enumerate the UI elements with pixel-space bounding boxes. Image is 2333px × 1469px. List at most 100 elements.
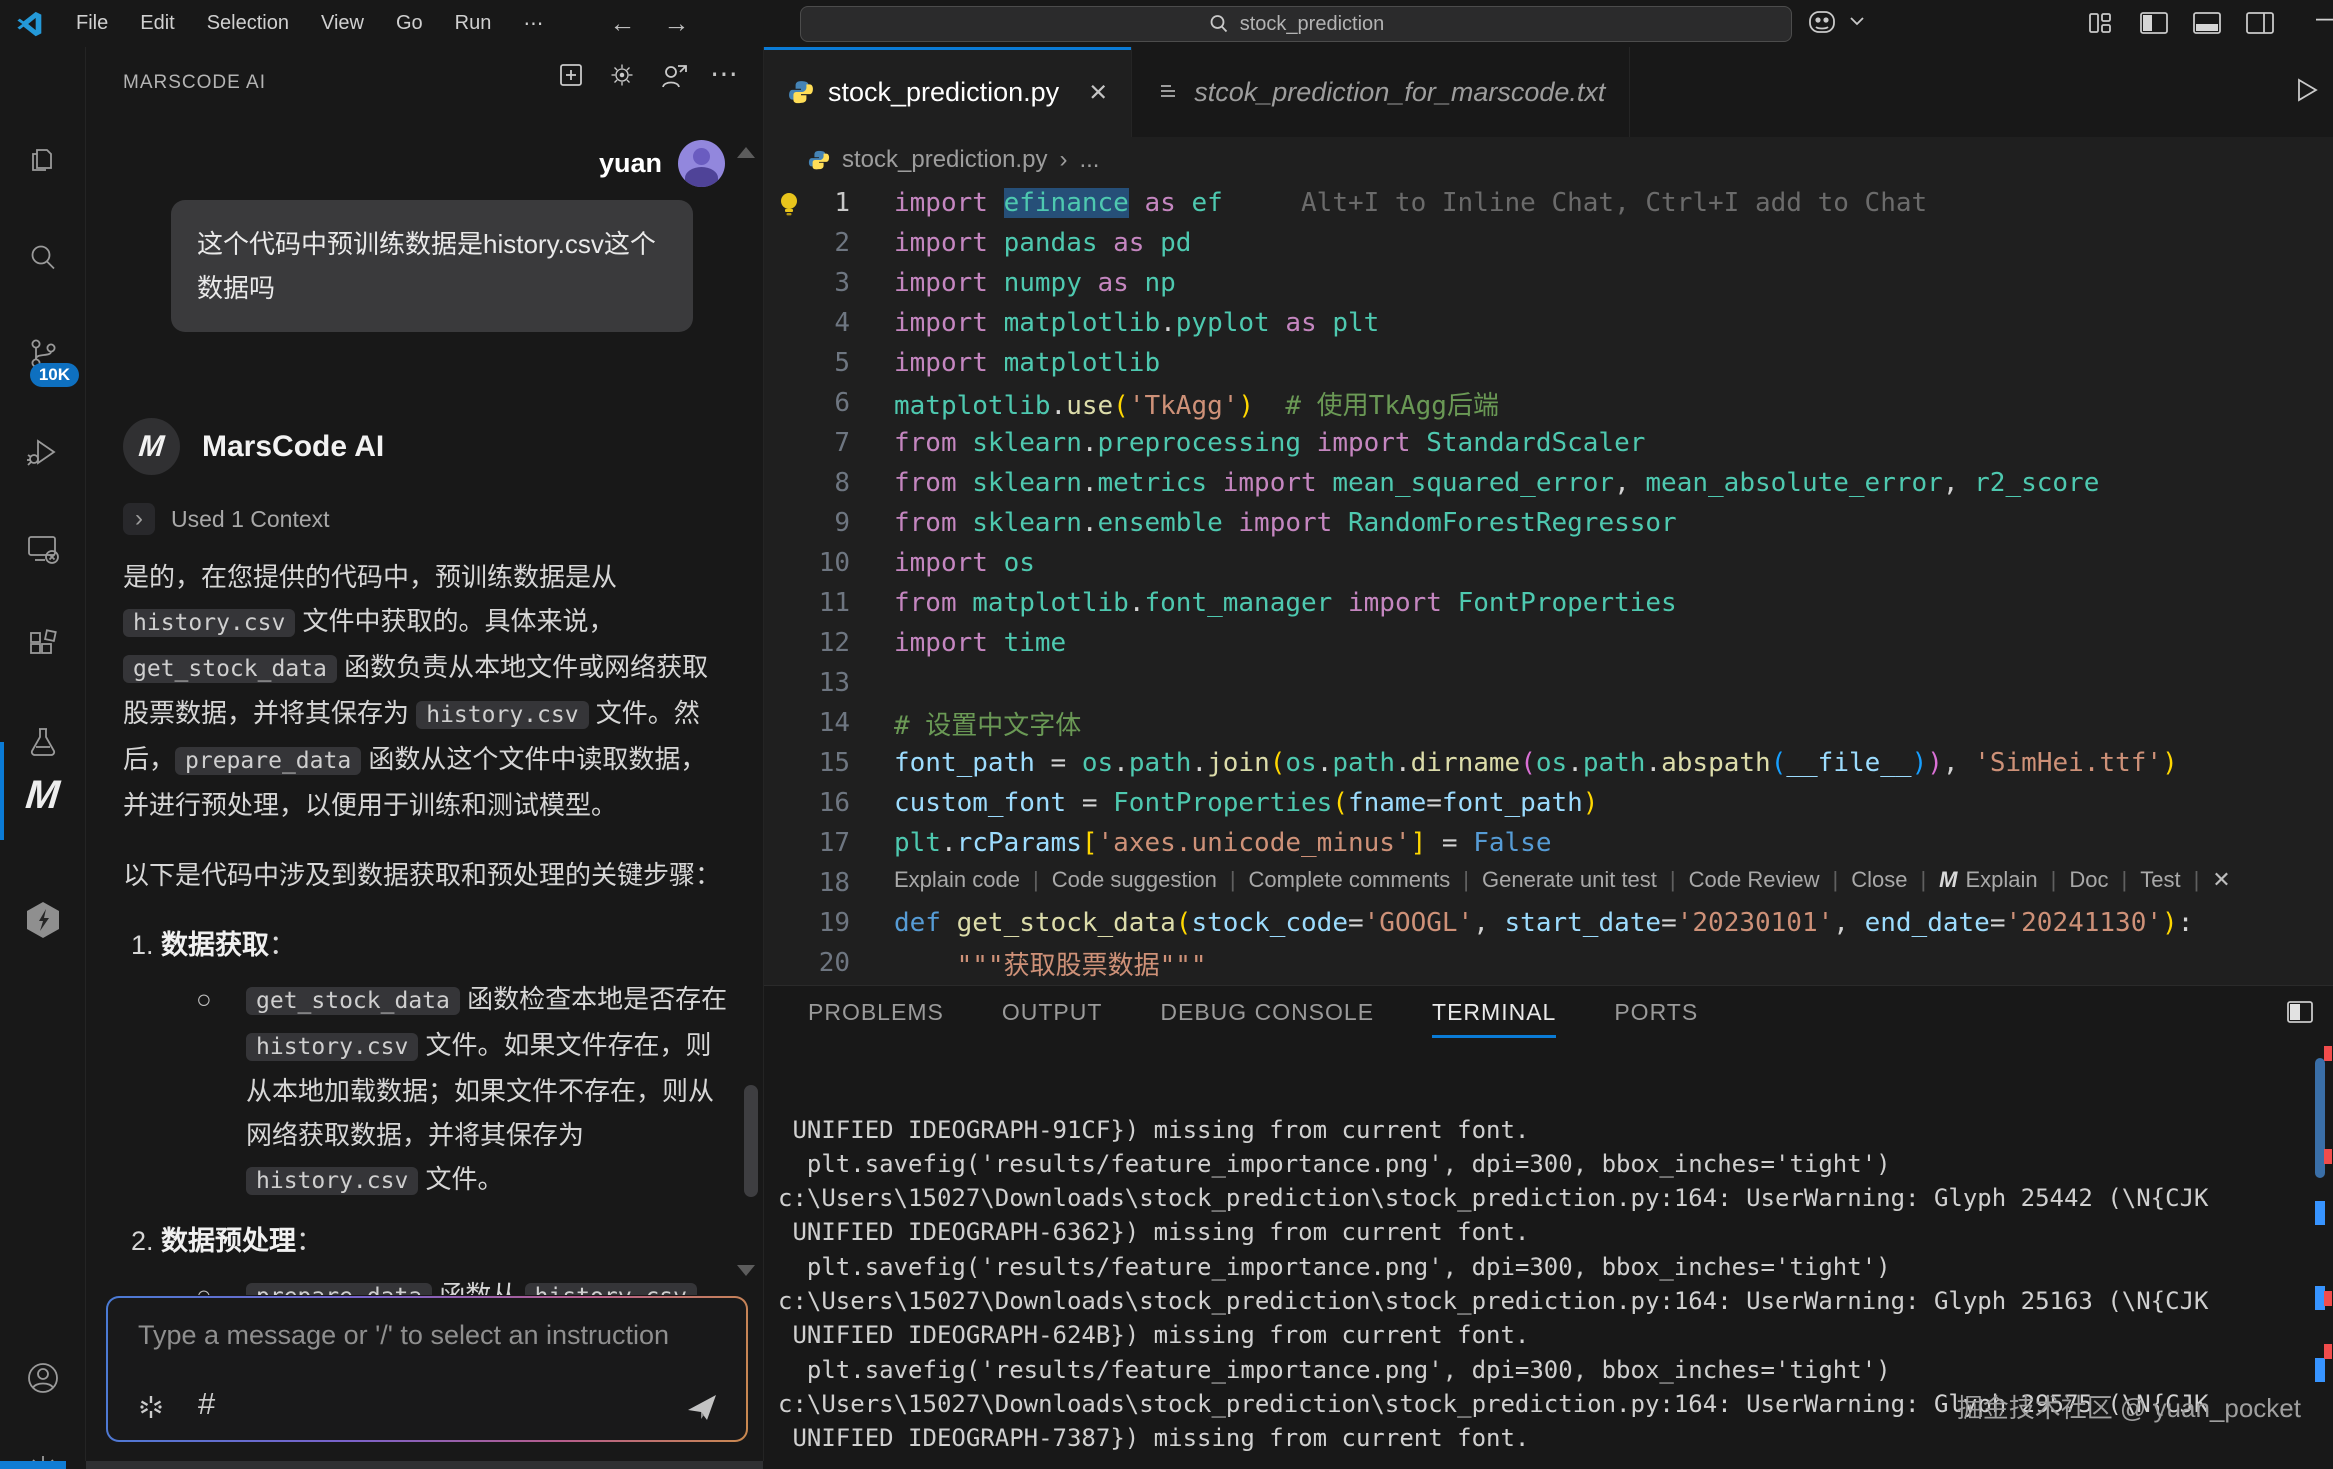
code-line[interactable]: 9from sklearn.ensemble import RandomFore… <box>764 503 2333 543</box>
split-panel-icon[interactable] <box>2285 998 2315 1026</box>
customize-layout-icon[interactable] <box>2085 8 2115 38</box>
tab-output[interactable]: OUTPUT <box>1002 993 1103 1032</box>
code-text: custom_font = FontProperties(fname=font_… <box>894 788 1598 818</box>
copilot-icon[interactable] <box>1804 8 1840 38</box>
nav-back-icon[interactable]: ← <box>595 8 649 39</box>
tab-ports[interactable]: PORTS <box>1614 993 1698 1032</box>
activity-extensions-icon[interactable] <box>0 615 85 677</box>
code-line[interactable]: 4import matplotlib.pyplot as plt <box>764 303 2333 343</box>
inline-code-chip: prepare_data <box>175 747 361 775</box>
hash-context-icon[interactable]: # <box>198 1386 215 1422</box>
status-bar <box>0 1461 2333 1469</box>
chat-settings-gear-icon[interactable] <box>607 60 637 90</box>
ruler-mark-blue <box>2315 1201 2325 1225</box>
activity-explorer-icon[interactable] <box>0 129 85 191</box>
line-number: 10 <box>764 548 894 578</box>
lens-ai-action[interactable]: Explain <box>1965 867 2037 892</box>
assistant-header: M MarsCode AI <box>123 418 384 475</box>
code-line[interactable]: 8from sklearn.metrics import mean_square… <box>764 463 2333 503</box>
list-bullet-item: ○prepare_data 函数从 history.csv <box>123 1273 729 1295</box>
sidebar-scrollbar-thumb[interactable] <box>744 1085 758 1197</box>
tab-stock-prediction-py[interactable]: stock_prediction.py × <box>764 47 1132 137</box>
menu-file[interactable]: File <box>60 12 124 35</box>
code-editor[interactable]: 1import efinance as ef Alt+I to Inline C… <box>764 183 2333 985</box>
message-input[interactable]: Type a message or '/' to select an instr… <box>108 1298 746 1440</box>
send-icon[interactable] <box>684 1390 720 1424</box>
activity-source-control-icon[interactable]: 10K <box>0 323 85 385</box>
tab-terminal[interactable]: TERMINAL <box>1432 993 1556 1032</box>
toggle-primary-sidebar-icon[interactable] <box>2138 8 2170 38</box>
toggle-panel-icon[interactable] <box>2191 8 2223 38</box>
activity-marscode-icon[interactable]: M <box>0 759 85 831</box>
tab-problems[interactable]: PROBLEMS <box>808 993 944 1032</box>
code-line[interactable]: 19def get_stock_data(stock_code='GOOGL',… <box>764 903 2333 943</box>
code-line[interactable]: 1import efinance as ef Alt+I to Inline C… <box>764 183 2333 223</box>
line-number: 13 <box>764 668 894 698</box>
code-line[interactable]: 20 """获取股票数据""" <box>764 943 2333 983</box>
code-line[interactable]: 2import pandas as pd <box>764 223 2333 263</box>
code-line[interactable]: 5import matplotlib <box>764 343 2333 383</box>
account-icon[interactable] <box>0 1347 85 1409</box>
terminal-overview-ruler[interactable] <box>2315 986 2333 1469</box>
menu-go[interactable]: Go <box>380 12 439 35</box>
code-line[interactable]: 6matplotlib.use('TkAgg') # 使用TkAgg后端 <box>764 383 2333 423</box>
code-line[interactable]: 3import numpy as np <box>764 263 2333 303</box>
nav-forward-icon[interactable]: → <box>649 8 703 39</box>
menu-selection[interactable]: Selection <box>191 12 305 35</box>
lens-action[interactable]: Complete comments <box>1249 867 1451 892</box>
tab-marscode-txt[interactable]: stcok_prediction_for_marscode.txt <box>1132 47 1630 137</box>
code-text: from matplotlib.font_manager import Font… <box>894 588 1677 618</box>
avatar[interactable] <box>678 140 725 187</box>
code-text: # 设置中文字体 <box>894 705 1081 742</box>
activity-extension-hexagon-icon[interactable] <box>0 889 85 951</box>
line-number: 20 <box>764 948 894 978</box>
chat-more-actions-icon[interactable]: ⋯ <box>710 57 740 90</box>
code-line[interactable]: 12import time <box>764 623 2333 663</box>
vscode-logo-icon[interactable] <box>16 9 46 39</box>
lens-ai-action[interactable]: Test <box>2140 867 2180 892</box>
global-search-input[interactable]: stock_prediction <box>800 6 1792 42</box>
code-line[interactable]: 13 <box>764 663 2333 703</box>
lens-action[interactable]: Code suggestion <box>1052 867 1217 892</box>
terminal-line: c:\Users\15027\Downloads\stock_predictio… <box>778 1181 2303 1215</box>
activity-search-icon[interactable] <box>0 227 85 289</box>
lens-action[interactable]: Close <box>1851 867 1907 892</box>
breadcrumb[interactable]: stock_prediction.py › ... <box>764 137 2333 183</box>
toggle-secondary-sidebar-icon[interactable] <box>2244 8 2276 38</box>
code-line[interactable]: 10import os <box>764 543 2333 583</box>
code-line[interactable]: 7from sklearn.preprocessing import Stand… <box>764 423 2333 463</box>
close-icon[interactable]: × <box>1089 74 1107 110</box>
window-minimize-icon[interactable]: — <box>2316 2 2333 33</box>
menu-edit[interactable]: Edit <box>124 12 190 35</box>
new-chat-icon[interactable] <box>556 60 586 90</box>
activity-remote-explorer-icon[interactable] <box>0 518 85 580</box>
remote-indicator[interactable] <box>0 1461 66 1469</box>
menu-run[interactable]: Run <box>439 12 508 35</box>
agent-profile-icon[interactable] <box>658 60 690 90</box>
code-line[interactable]: 11from matplotlib.font_manager import Fo… <box>764 583 2333 623</box>
lens-close-icon[interactable]: ✕ <box>2212 867 2230 892</box>
line-number: 15 <box>764 748 894 778</box>
lens-action[interactable]: Code Review <box>1689 867 1820 892</box>
tab-debug-console[interactable]: DEBUG CONSOLE <box>1160 993 1374 1032</box>
menu-view[interactable]: View <box>305 12 380 35</box>
chevron-down-icon[interactable] <box>1848 14 1866 28</box>
code-line[interactable]: 16custom_font = FontProperties(fname=fon… <box>764 783 2333 823</box>
magic-instruction-icon[interactable] <box>136 1392 166 1422</box>
run-file-icon[interactable] <box>2289 73 2323 107</box>
inline-code-chip: prepare_data <box>246 1283 432 1295</box>
lens-ai-action[interactable]: Doc <box>2069 867 2108 892</box>
code-line[interactable]: 17plt.rcParams['axes.unicode_minus'] = F… <box>764 823 2333 863</box>
scroll-down-icon[interactable] <box>737 1265 755 1276</box>
tab-label: stock_prediction.py <box>828 77 1059 108</box>
activity-run-debug-icon[interactable] <box>0 421 85 483</box>
menu-more-icon[interactable]: ⋯ <box>507 11 559 36</box>
code-line[interactable]: 15font_path = os.path.join(os.path.dirna… <box>764 743 2333 783</box>
lens-action[interactable]: Explain code <box>894 867 1020 892</box>
context-toggle[interactable]: › Used 1 Context <box>123 503 330 535</box>
bold-text: 数据获取 <box>161 930 269 960</box>
scroll-up-icon[interactable] <box>737 147 755 158</box>
terminal-line: plt.savefig('results/feature_importance.… <box>778 1353 2303 1387</box>
code-line[interactable]: 14# 设置中文字体 <box>764 703 2333 743</box>
lens-action[interactable]: Generate unit test <box>1482 867 1657 892</box>
